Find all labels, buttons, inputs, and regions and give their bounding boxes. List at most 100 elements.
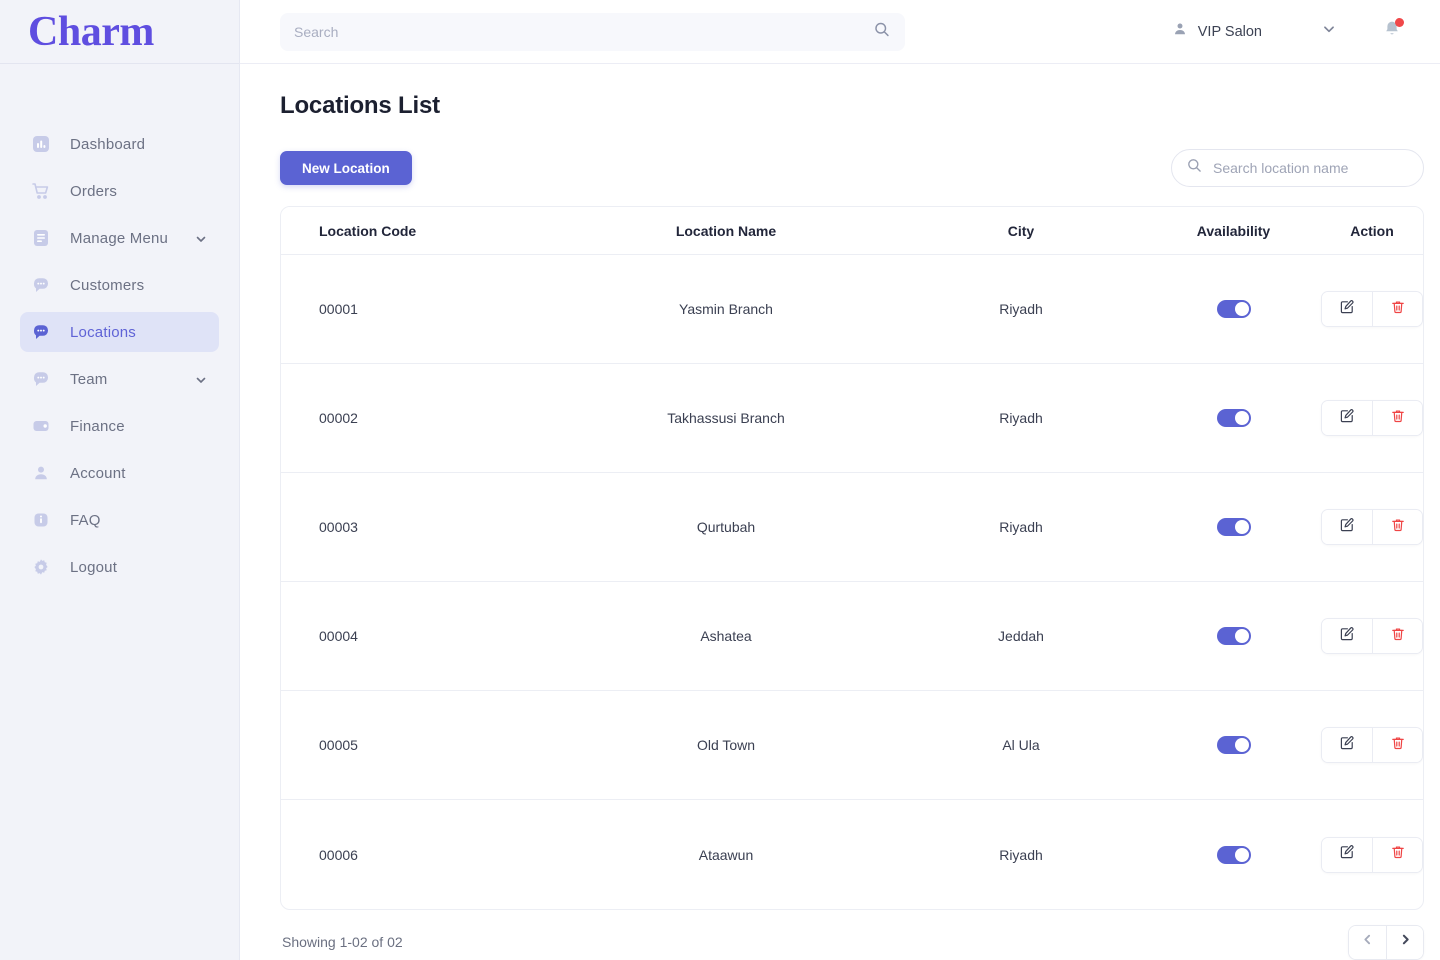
- sidebar-item-finance[interactable]: Finance: [20, 406, 219, 446]
- cell-availability: [1146, 518, 1321, 536]
- trash-icon: [1390, 844, 1406, 865]
- edit-pencil-icon: [1339, 299, 1355, 320]
- trash-icon: [1390, 626, 1406, 647]
- user-icon: [30, 462, 52, 484]
- availability-toggle[interactable]: [1216, 627, 1251, 645]
- chevron-right-icon: [1399, 933, 1412, 951]
- cell-availability: [1146, 845, 1321, 864]
- dashboard-icon: [30, 133, 52, 155]
- search-icon: [1186, 157, 1203, 179]
- new-location-button[interactable]: New Location: [280, 151, 412, 185]
- toggle-knob: [1234, 411, 1249, 425]
- toggle-knob: [1234, 302, 1249, 316]
- edit-button[interactable]: [1322, 619, 1372, 653]
- edit-button[interactable]: [1322, 401, 1372, 435]
- cell-location-name: Ashatea: [700, 628, 752, 644]
- availability-toggle[interactable]: [1216, 409, 1251, 427]
- sidebar-item-logout[interactable]: Logout: [20, 547, 219, 587]
- availability-toggle[interactable]: [1216, 518, 1251, 536]
- edit-button[interactable]: [1322, 728, 1372, 762]
- chevron-down-icon[interactable]: [195, 232, 207, 244]
- account-menu[interactable]: VIP Salon: [1172, 21, 1358, 42]
- row-action-group: [1321, 291, 1423, 327]
- cell-location-code: 00005: [319, 737, 358, 753]
- chevron-down-icon[interactable]: [195, 373, 207, 385]
- cell-city: Jeddah: [998, 628, 1044, 644]
- column-header-action: Action: [1350, 222, 1394, 239]
- table-footer: Showing 1-02 of 02: [280, 910, 1424, 960]
- delete-button[interactable]: [1372, 510, 1422, 544]
- notifications-button[interactable]: [1382, 18, 1404, 44]
- toggle-knob: [1234, 629, 1249, 643]
- column-header-availability: Availability: [1196, 222, 1271, 239]
- sidebar-item-label: Finance: [70, 417, 125, 435]
- chevron-down-icon[interactable]: [1322, 22, 1336, 41]
- content: Locations List New Location Location Cod…: [240, 64, 1440, 960]
- table-row: 00005 Old Town Al Ula: [281, 691, 1423, 800]
- sidebar-item-customers[interactable]: Customers: [20, 265, 219, 305]
- table-header-row: Location Code Location Name City Availab…: [281, 207, 1423, 255]
- location-search-input[interactable]: [1213, 160, 1409, 176]
- search-icon[interactable]: [873, 20, 891, 43]
- availability-toggle[interactable]: [1216, 845, 1251, 864]
- cell-action: [1321, 836, 1423, 873]
- edit-button[interactable]: [1322, 837, 1372, 872]
- sidebar-item-team[interactable]: Team: [20, 359, 219, 399]
- gear-icon: [30, 556, 52, 578]
- cell-location-code: 00004: [319, 628, 358, 644]
- cell-availability: [1146, 300, 1321, 318]
- trash-icon: [1390, 299, 1406, 320]
- row-action-group: [1321, 727, 1423, 763]
- sidebar-item-label: Customers: [70, 276, 145, 294]
- cell-availability: [1146, 736, 1321, 754]
- bell-icon: [1382, 21, 1402, 43]
- sidebar-item-label: Dashboard: [70, 135, 146, 153]
- trash-icon: [1390, 408, 1406, 429]
- notification-badge: [1395, 18, 1404, 27]
- table-row: 00004 Ashatea Jeddah: [281, 582, 1423, 691]
- cell-location-name: Old Town: [696, 737, 756, 753]
- info-icon: [30, 509, 52, 531]
- cell-location-code: 00001: [319, 301, 358, 317]
- sidebar-item-faq[interactable]: FAQ: [20, 500, 219, 540]
- global-search[interactable]: [280, 12, 905, 51]
- sidebar-item-label: Locations: [70, 323, 137, 341]
- delete-button[interactable]: [1372, 837, 1422, 872]
- availability-toggle[interactable]: [1216, 736, 1251, 754]
- edit-pencil-icon: [1339, 408, 1355, 429]
- edit-button[interactable]: [1322, 292, 1372, 326]
- delete-button[interactable]: [1372, 401, 1422, 435]
- sidebar-item-account[interactable]: Account: [20, 453, 219, 493]
- delete-button[interactable]: [1372, 292, 1422, 326]
- cell-location-name: Qurtubah: [696, 519, 756, 535]
- wallet-icon: [30, 415, 52, 437]
- edit-button[interactable]: [1322, 510, 1372, 544]
- cell-availability: [1146, 409, 1321, 427]
- chat-icon: [30, 274, 52, 296]
- toggle-knob: [1234, 847, 1249, 862]
- topbar: VIP Salon: [240, 0, 1440, 64]
- cell-city: Riyadh: [999, 410, 1043, 426]
- cell-location-code: 00003: [319, 519, 358, 535]
- sidebar-item-dashboard[interactable]: Dashboard: [20, 124, 219, 164]
- search-input[interactable]: [294, 23, 891, 40]
- sidebar-item-label: Team: [70, 370, 108, 388]
- cell-action: [1321, 509, 1423, 545]
- cell-action: [1321, 400, 1423, 436]
- sidebar-item-manage-menu[interactable]: Manage Menu: [20, 218, 219, 258]
- chat-icon: [30, 368, 52, 390]
- next-page-button[interactable]: [1386, 925, 1423, 959]
- availability-toggle[interactable]: [1216, 300, 1251, 318]
- brand-logo[interactable]: Charm: [0, 0, 239, 64]
- prev-page-button[interactable]: [1349, 925, 1386, 959]
- delete-button[interactable]: [1372, 728, 1422, 762]
- cell-city: Riyadh: [999, 301, 1043, 317]
- sidebar-item-orders[interactable]: Orders: [20, 171, 219, 211]
- toggle-knob: [1234, 520, 1249, 534]
- edit-pencil-icon: [1339, 735, 1355, 756]
- cell-city: Riyadh: [999, 846, 1043, 863]
- location-search[interactable]: [1171, 149, 1424, 187]
- sidebar-item-locations[interactable]: Locations: [20, 312, 219, 352]
- pagination: [1348, 924, 1424, 960]
- delete-button[interactable]: [1372, 619, 1422, 653]
